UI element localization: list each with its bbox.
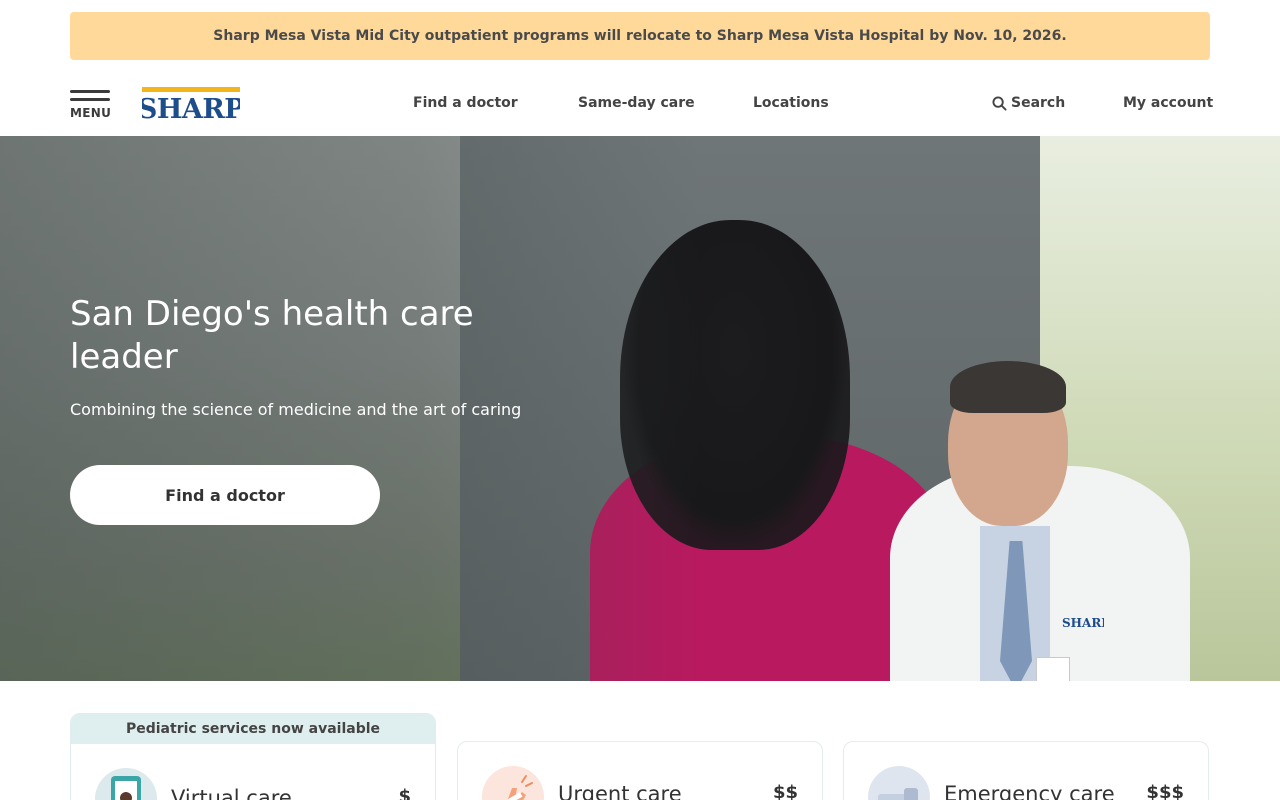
coat-logo-icon: SHARP bbox=[1062, 616, 1104, 630]
find-a-doctor-button[interactable]: Find a doctor bbox=[70, 465, 380, 525]
card-title: Urgent care bbox=[558, 782, 682, 800]
urgent-care-card[interactable]: Urgent care $$ bbox=[457, 741, 823, 800]
cost-indicator: $ bbox=[398, 786, 411, 800]
my-account-link[interactable]: My account bbox=[1123, 95, 1213, 111]
nav-find-a-doctor[interactable]: Find a doctor bbox=[413, 95, 518, 111]
search-icon bbox=[992, 95, 1007, 111]
menu-button[interactable]: MENU bbox=[70, 90, 112, 120]
card-title: Virtual care bbox=[171, 786, 292, 800]
bandaged-hand-icon bbox=[482, 766, 544, 800]
svg-text:SHARP: SHARP bbox=[142, 94, 240, 121]
hamburger-icon-line bbox=[70, 98, 110, 101]
hero-section: SHARP San Diego's health care leader Com… bbox=[0, 136, 1280, 681]
card-title: Emergency care bbox=[944, 782, 1115, 800]
search-button[interactable]: Search bbox=[992, 95, 1065, 111]
menu-label: MENU bbox=[70, 106, 112, 120]
sharp-logo[interactable]: SHARP bbox=[138, 87, 245, 125]
cost-indicator: $$$ bbox=[1146, 782, 1184, 800]
alert-text: Sharp Mesa Vista Mid City outpatient pro… bbox=[213, 28, 1067, 44]
pediatric-services-banner: Pediatric services now available bbox=[71, 714, 435, 744]
nav-same-day-care[interactable]: Same-day care bbox=[578, 95, 695, 111]
ambulance-icon bbox=[868, 766, 930, 800]
hamburger-icon bbox=[70, 90, 110, 93]
nav-locations[interactable]: Locations bbox=[753, 95, 829, 111]
cost-indicator: $$ bbox=[772, 782, 798, 800]
card-body: Virtual care $ bbox=[71, 744, 435, 800]
virtual-care-card[interactable]: Pediatric services now available Virtual… bbox=[70, 713, 436, 800]
relocation-alert-banner: Sharp Mesa Vista Mid City outpatient pro… bbox=[70, 12, 1210, 60]
doctor-id-badge bbox=[1036, 657, 1070, 681]
hero-subtitle: Combining the science of medicine and th… bbox=[70, 400, 522, 419]
svg-text:SHARP: SHARP bbox=[1062, 616, 1104, 630]
emergency-care-card[interactable]: Emergency care $$$ bbox=[843, 741, 1209, 800]
tablet-doctor-icon bbox=[95, 768, 157, 800]
hero-doctor-hair bbox=[950, 361, 1066, 413]
site-header: MENU SHARP Find a doctor Same-day care L… bbox=[0, 60, 1280, 136]
search-label: Search bbox=[1011, 95, 1066, 111]
hero-title: San Diego's health care leader bbox=[70, 294, 474, 377]
sharp-logo-icon: SHARP bbox=[138, 87, 245, 125]
